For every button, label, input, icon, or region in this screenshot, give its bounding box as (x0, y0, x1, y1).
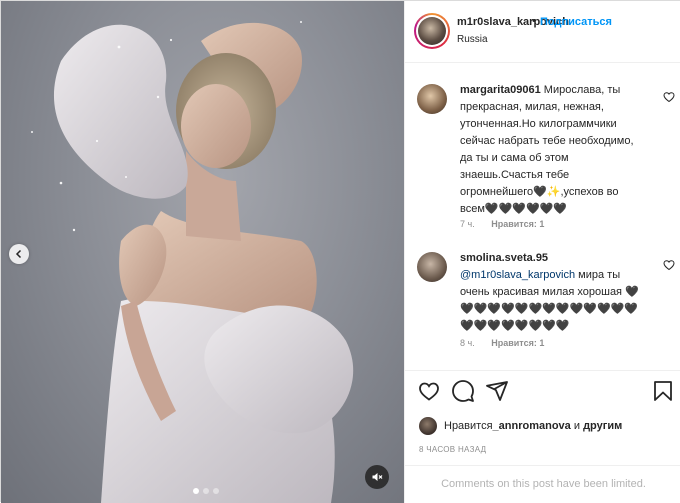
comment-username[interactable]: margarita09061 (460, 84, 541, 96)
comment-text: margarita09061 Мирослава, ты прекрасная,… (460, 82, 645, 218)
bookmark-icon[interactable] (651, 379, 675, 403)
author-avatar[interactable] (414, 13, 450, 49)
liked-by-row: Нравится _annromanova и другим (419, 416, 622, 436)
comment-avatar[interactable] (417, 252, 447, 282)
comment-meta: 8 ч. Нравится: 1 (460, 338, 544, 348)
post-action-bar (405, 370, 680, 410)
comments-limited-notice: Comments on this post have been limited. (405, 465, 680, 503)
liked-by-others[interactable]: другим (583, 420, 622, 432)
comment-username[interactable]: smolina.sveta.95 (460, 252, 548, 264)
comment-likes[interactable]: Нравится: 1 (491, 219, 544, 229)
comment-time[interactable]: 7 ч. (460, 219, 475, 229)
comment-meta: 7 ч. Нравится: 1 (460, 219, 544, 229)
comment-content: Мирослава, ты прекрасная, милая, нежная,… (460, 84, 634, 215)
comment-time[interactable]: 8 ч. (460, 338, 475, 348)
liked-by-avatar[interactable] (419, 417, 437, 435)
comment-likes[interactable]: Нравится: 1 (491, 338, 544, 348)
photo-illustration (31, 21, 354, 503)
liked-by-user[interactable]: _annromanova (493, 420, 571, 432)
carousel-indicator (193, 488, 219, 494)
comment-mention[interactable]: @m1r0slava_karpovich (460, 269, 575, 281)
post-side-panel: m1r0slava_karpovich • Подписаться Russia… (404, 1, 680, 503)
post-photo[interactable] (1, 1, 404, 503)
comment-text: smolina.sveta.95 @m1r0slava_karpovich ми… (460, 250, 645, 335)
carousel-dot (213, 488, 219, 494)
share-icon[interactable] (485, 379, 509, 403)
comment-icon[interactable] (451, 379, 475, 403)
liked-by-prefix: Нравится (444, 420, 493, 432)
post-time-ago[interactable]: 8 ЧАСОВ НАЗАД (419, 445, 486, 454)
comment-like-icon[interactable] (663, 259, 675, 271)
mute-button[interactable] (365, 465, 389, 489)
carousel-dot (203, 488, 209, 494)
post-location[interactable]: Russia (457, 34, 488, 45)
post-container: m1r0slava_karpovich • Подписаться Russia… (0, 0, 680, 503)
heart-icon[interactable] (417, 379, 441, 403)
muted-speaker-icon (372, 473, 383, 481)
post-header: m1r0slava_karpovich • Подписаться Russia (405, 1, 680, 63)
follow-button[interactable]: Подписаться (540, 16, 612, 28)
liked-by-suffix: и (570, 420, 584, 432)
comments-list[interactable]: margarita09061 Мирослава, ты прекрасная,… (405, 64, 680, 364)
chevron-left-icon (15, 249, 22, 259)
carousel-dot (193, 488, 199, 494)
carousel-prev-button[interactable] (9, 244, 29, 264)
comment-avatar[interactable] (417, 84, 447, 114)
header-separator: • (532, 15, 536, 27)
comment-like-icon[interactable] (663, 91, 675, 103)
